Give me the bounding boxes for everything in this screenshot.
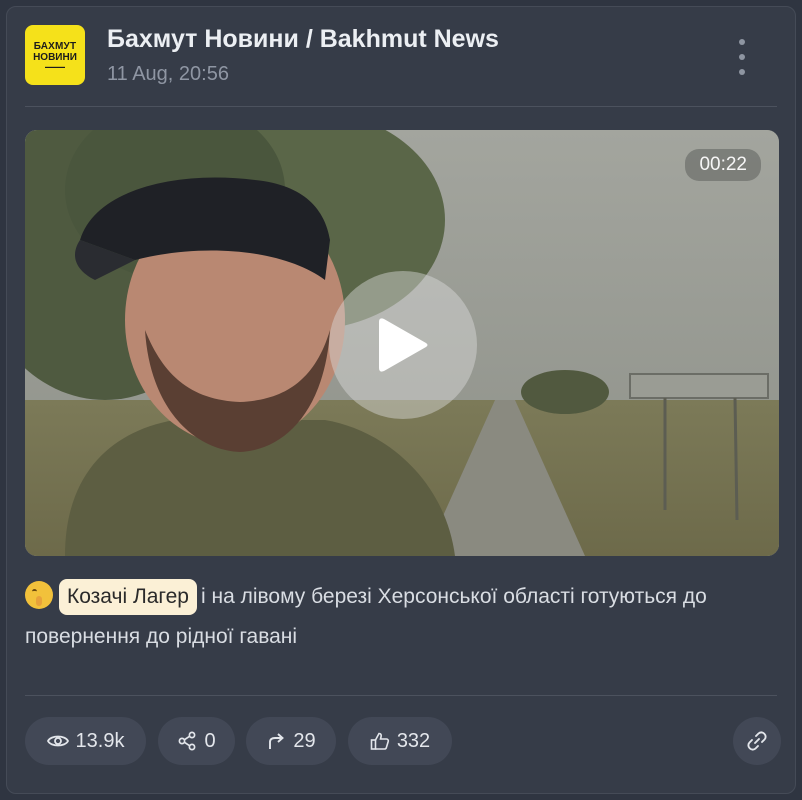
menu-dot-icon — [739, 54, 745, 60]
video-duration-badge: 00:22 — [685, 149, 761, 181]
link-icon — [747, 731, 767, 751]
menu-dot-icon — [739, 39, 745, 45]
copy-link-button[interactable] — [733, 717, 781, 765]
video-player[interactable]: 00:22 — [25, 130, 779, 556]
post-card: БАХМУТ НОВИНИ ▬▬▬▬▬ Бахмут Новини / Bakh… — [6, 6, 796, 794]
play-button[interactable] — [329, 271, 477, 419]
logo-line-1: БАХМУТ — [33, 40, 77, 52]
shushing-face-emoji — [25, 581, 53, 609]
forwards-counter[interactable]: 29 — [246, 717, 336, 765]
share-nodes-icon — [178, 731, 196, 751]
menu-dot-icon — [739, 69, 745, 75]
forward-arrow-icon — [269, 733, 285, 749]
shares-counter[interactable]: 0 — [158, 717, 235, 765]
header-divider — [25, 106, 777, 107]
logo-line-2: НОВИНИ — [33, 51, 77, 63]
channel-name[interactable]: Бахмут Новини / Bakhmut News — [107, 25, 499, 54]
post-text: Козачі Лагер і на лівому березі Херсонськ… — [25, 577, 765, 657]
thumbs-up-icon — [370, 732, 389, 750]
eye-icon — [46, 735, 69, 747]
play-icon — [379, 318, 428, 372]
post-timestamp: 11 Aug, 20:56 — [107, 63, 229, 85]
views-count: 13.9k — [75, 729, 125, 752]
shares-count: 0 — [204, 729, 216, 752]
more-options-button[interactable] — [732, 39, 752, 75]
logo-tagline-mark: ▬▬▬▬▬ — [45, 63, 65, 69]
footer-divider — [25, 695, 777, 696]
views-counter[interactable]: 13.9k — [25, 717, 146, 765]
channel-logo[interactable]: БАХМУТ НОВИНИ ▬▬▬▬▬ — [25, 25, 85, 85]
forwards-count: 29 — [293, 729, 316, 752]
likes-count: 332 — [396, 729, 431, 752]
likes-counter[interactable]: 332 — [348, 717, 452, 765]
highlighted-chip[interactable]: Козачі Лагер — [59, 579, 197, 615]
